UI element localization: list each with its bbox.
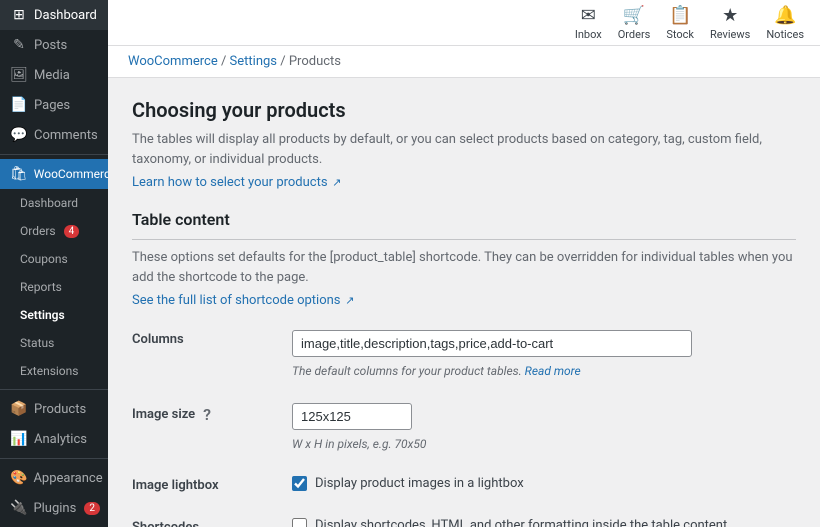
analytics-icon: 📊: [10, 431, 28, 447]
table-row: Image size ? W x H in pixels, e.g. 70x50: [132, 391, 796, 464]
sidebar-item-posts[interactable]: ✎ Posts: [0, 30, 108, 60]
reviews-icon-btn[interactable]: ★ Reviews: [710, 5, 750, 41]
image-lightbox-label: Image lightbox: [132, 478, 219, 493]
sidebar-item-plugins[interactable]: 🔌 Plugins 2: [0, 493, 108, 523]
shortcodes-label: Shortcodes: [132, 520, 199, 527]
image-size-help-icon[interactable]: ?: [203, 405, 211, 424]
sidebar-item-users[interactable]: 👤 Users: [0, 523, 108, 527]
image-lightbox-checkbox-label: Display product images in a lightbox: [315, 476, 524, 491]
table-content-heading: Table content: [132, 210, 796, 240]
notices-icon: 🔔: [774, 5, 796, 26]
sidebar-item-analytics[interactable]: 📊 Analytics: [0, 424, 108, 454]
woocommerce-icon: 🛍: [10, 166, 28, 182]
shortcodes-checkbox-label: Display shortcodes, HTML and other forma…: [315, 518, 727, 527]
appearance-icon: 🎨: [10, 470, 27, 486]
sidebar-item-products[interactable]: 📦 Products: [0, 394, 108, 424]
table-content-desc: These options set defaults for the [prod…: [132, 248, 796, 287]
topbar: ✉ Inbox 🛒 Orders 📋 Stock ★ Reviews 🔔 Not…: [108, 0, 820, 46]
sidebar-item-woocommerce[interactable]: 🛍 WooCommerce: [0, 159, 108, 189]
shortcodes-field-group: Display shortcodes, HTML and other forma…: [292, 518, 796, 527]
sidebar-item-pages[interactable]: 📄 Pages: [0, 90, 108, 120]
dashboard-icon: ⊞: [10, 7, 28, 23]
sidebar-item-woo-extensions[interactable]: Extensions: [0, 357, 108, 385]
sidebar-item-woo-dashboard[interactable]: Dashboard: [0, 189, 108, 217]
table-row: Columns The default columns for your pro…: [132, 318, 796, 391]
sidebar-item-woo-coupons[interactable]: Coupons: [0, 245, 108, 273]
stock-icon: 📋: [669, 5, 691, 26]
external-link-icon: ↗: [330, 176, 342, 189]
posts-icon: ✎: [10, 37, 28, 53]
breadcrumb: WooCommerce / Settings / Products: [108, 46, 820, 78]
notices-icon-btn[interactable]: 🔔 Notices: [766, 5, 804, 41]
orders-icon-btn[interactable]: 🛒 Orders: [618, 5, 651, 41]
main-area: ✉ Inbox 🛒 Orders 📋 Stock ★ Reviews 🔔 Not…: [108, 0, 820, 527]
image-size-note: W x H in pixels, e.g. 70x50: [292, 437, 796, 451]
orders-icon: 🛒: [623, 5, 645, 26]
sidebar-item-media[interactable]: 🖼 Media: [0, 60, 108, 90]
shortcode-external-icon: ↗: [343, 294, 355, 307]
sidebar-item-dashboard[interactable]: ⊞ Dashboard: [0, 0, 108, 30]
content-area: Choosing your products The tables will d…: [108, 78, 820, 527]
media-icon: 🖼: [10, 67, 28, 83]
sidebar-item-appearance[interactable]: 🎨 Appearance: [0, 463, 108, 493]
image-lightbox-checkbox[interactable]: [292, 476, 307, 491]
image-size-label: Image size: [132, 407, 195, 422]
columns-input[interactable]: [292, 330, 692, 357]
breadcrumb-current: Products: [289, 54, 341, 69]
table-row: Image lightbox Display product images in…: [132, 464, 796, 506]
table-content-section: Table content These options set defaults…: [132, 210, 796, 527]
intro-text: The tables will display all products by …: [132, 130, 796, 169]
sidebar-item-comments[interactable]: 💬 Comments: [0, 120, 108, 150]
learn-link[interactable]: Learn how to select your products ↗: [132, 175, 342, 190]
plugins-badge: 2: [84, 502, 100, 515]
shortcodes-checkbox[interactable]: [292, 518, 307, 527]
columns-field-group: The default columns for your product tab…: [292, 330, 796, 378]
sidebar-item-woo-reports[interactable]: Reports: [0, 273, 108, 301]
inbox-icon: ✉: [581, 5, 596, 26]
inbox-icon-btn[interactable]: ✉ Inbox: [575, 5, 602, 41]
sidebar-item-woo-orders[interactable]: Orders 4: [0, 217, 108, 245]
table-row: Shortcodes Display shortcodes, HTML and …: [132, 506, 796, 527]
comments-icon: 💬: [10, 127, 28, 143]
products-icon: 📦: [10, 401, 28, 417]
image-lightbox-field-group: Display product images in a lightbox: [292, 476, 796, 491]
sidebar-item-woo-settings[interactable]: Settings: [0, 301, 108, 329]
breadcrumb-woocommerce[interactable]: WooCommerce: [128, 54, 218, 69]
image-size-input[interactable]: [292, 403, 412, 430]
settings-table: Columns The default columns for your pro…: [132, 318, 796, 527]
sidebar: ⊞ Dashboard ✎ Posts 🖼 Media 📄 Pages 💬 Co…: [0, 0, 108, 527]
reviews-icon: ★: [722, 5, 738, 26]
columns-note: The default columns for your product tab…: [292, 364, 796, 378]
page-title: Choosing your products: [132, 98, 796, 122]
breadcrumb-settings[interactable]: Settings: [230, 54, 277, 69]
columns-read-more[interactable]: Read more: [525, 364, 581, 378]
stock-icon-btn[interactable]: 📋 Stock: [666, 5, 694, 41]
plugins-icon: 🔌: [10, 500, 27, 516]
columns-label: Columns: [132, 332, 184, 347]
image-size-field-group: W x H in pixels, e.g. 70x50: [292, 403, 796, 451]
shortcode-link[interactable]: See the full list of shortcode options ↗: [132, 293, 354, 308]
sidebar-item-woo-status[interactable]: Status: [0, 329, 108, 357]
pages-icon: 📄: [10, 97, 28, 113]
orders-badge: 4: [64, 225, 80, 238]
